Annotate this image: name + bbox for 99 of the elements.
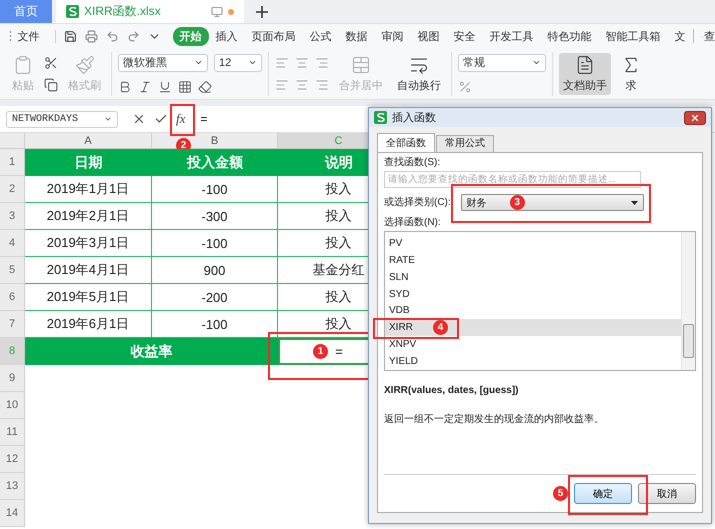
table-cell: 2019年5月1日	[25, 284, 152, 311]
insert-function-button[interactable]: fx	[176, 111, 186, 126]
caret-icon	[532, 58, 541, 67]
column-title: 日期	[25, 149, 152, 176]
row-header[interactable]: 7	[0, 311, 25, 338]
row-header[interactable]: 2	[0, 176, 25, 203]
table-cell: 900	[152, 257, 278, 284]
clipboard-icon	[13, 54, 33, 74]
dialog-tab[interactable]: 常用公式	[436, 135, 494, 153]
scrollbar[interactable]	[681, 232, 695, 370]
document-icon	[575, 54, 595, 74]
table-cell: -200	[152, 284, 278, 311]
bold-icon[interactable]	[118, 80, 132, 94]
menu-tab[interactable]: 数据	[338, 26, 375, 46]
step-number: 4	[432, 320, 448, 336]
dialog-tab[interactable]: 全部函数	[377, 133, 435, 153]
cut-icon[interactable]	[44, 56, 58, 70]
row-header[interactable]: 13	[0, 473, 25, 500]
menu-tab[interactable]: 插入	[208, 26, 245, 46]
menu-tab[interactable]: 安全	[446, 26, 483, 46]
table-cell: 2019年3月1日	[25, 230, 152, 257]
eraser-icon[interactable]	[198, 80, 212, 94]
caret-icon	[248, 58, 257, 67]
category-dropdown[interactable]: 财务 3	[460, 194, 644, 211]
cancel-button[interactable]: 取消	[638, 483, 696, 504]
align-right-icon[interactable]	[315, 56, 329, 70]
table-cell: -300	[152, 203, 278, 230]
table-cell: 2019年4月1日	[25, 257, 152, 284]
dialog-title: 插入函数	[392, 111, 436, 125]
align-left-icon[interactable]	[275, 56, 289, 70]
function-description: 返回一组不一定定期发生的现金流的内部收益率。	[384, 412, 605, 426]
menu-tab[interactable]: 智能工具箱	[598, 26, 668, 46]
row-header[interactable]: 4	[0, 230, 25, 257]
row-header[interactable]: 5	[0, 257, 25, 284]
row-header[interactable]: 10	[0, 392, 25, 419]
total-label: 收益率	[25, 338, 278, 365]
plus-icon[interactable]	[256, 6, 268, 18]
menu-tab[interactable]: 开发工具	[482, 26, 541, 46]
ok-button[interactable]: 确定	[574, 483, 632, 504]
table-cell: 2019年1月1日	[25, 176, 152, 203]
save-icon[interactable]	[64, 30, 77, 42]
table-cell: -100	[152, 230, 278, 257]
column-header[interactable]: A	[25, 133, 152, 149]
menu-tab[interactable]: 公式	[302, 26, 339, 46]
border-icon[interactable]	[178, 80, 192, 94]
align-center-icon[interactable]	[295, 56, 309, 70]
align-left-icon[interactable]	[275, 78, 289, 92]
step-number: 3	[510, 195, 525, 210]
copy-icon[interactable]	[44, 78, 58, 92]
caret-icon	[104, 115, 112, 123]
caret-icon	[630, 200, 638, 204]
menu-tab[interactable]: 特色功能	[540, 26, 599, 46]
merge-cells-icon	[351, 54, 371, 74]
close-icon	[690, 112, 700, 122]
row-header[interactable]: 14	[0, 500, 25, 527]
column-title: 投入金额	[152, 149, 278, 176]
row-header[interactable]: 6	[0, 284, 25, 311]
highlight-frame	[170, 104, 195, 136]
monitor-icon[interactable]	[211, 6, 223, 18]
undo-icon[interactable]	[106, 30, 119, 42]
cancel-icon[interactable]	[132, 112, 146, 126]
sum-button[interactable]: 求	[617, 52, 645, 94]
percent-icon[interactable]	[458, 80, 472, 94]
row-header[interactable]: 9	[0, 365, 25, 392]
search-field[interactable]: 请输入您要查找的函数名称或函数功能的简要描述...	[384, 171, 641, 188]
row-header[interactable]: 1	[0, 149, 25, 176]
search-label[interactable]: 查	[704, 28, 715, 44]
font-field[interactable]: 微软雅黑	[118, 54, 208, 72]
table-cell: 2019年2月1日	[25, 203, 152, 230]
function-item[interactable]: XIRR 4	[385, 319, 681, 336]
step-number: 5	[553, 486, 568, 501]
font-size-field[interactable]: 12	[214, 54, 262, 72]
table-cell: -100	[152, 176, 278, 203]
caret-icon	[194, 58, 203, 67]
document-assistant-button[interactable]: 文档助手	[559, 52, 611, 94]
row-header[interactable]: 11	[0, 419, 25, 446]
file-menu[interactable]: 文件	[10, 26, 47, 46]
redo-icon[interactable]	[126, 30, 140, 42]
wrap-text-button[interactable]: 自动换行	[393, 52, 445, 94]
menu-tab[interactable]: 审阅	[374, 26, 411, 46]
menu-tab[interactable]: 页面布局	[244, 26, 303, 46]
name-box[interactable]: NETWORKDAYS	[6, 110, 118, 128]
menu-tab[interactable]: 文	[668, 26, 693, 46]
menu-tab[interactable]: 视图	[410, 26, 447, 46]
spreadsheet-icon	[374, 111, 387, 124]
close-button[interactable]	[684, 110, 706, 124]
align-right-icon[interactable]	[315, 78, 329, 92]
row-header[interactable]: 3	[0, 203, 25, 230]
number-format-field[interactable]: 常规	[458, 54, 546, 72]
function-signature: XIRR(values, dates, [guess])	[384, 385, 520, 396]
italic-icon[interactable]	[138, 80, 152, 94]
spreadsheet-icon	[66, 5, 79, 18]
align-center-icon[interactable]	[295, 78, 309, 92]
underline-icon[interactable]	[158, 80, 172, 94]
brush-icon	[74, 54, 94, 74]
step-number: 1	[313, 344, 328, 359]
row-header[interactable]: 12	[0, 446, 25, 473]
printer-icon[interactable]	[84, 30, 98, 42]
function-name: PV	[389, 238, 402, 249]
